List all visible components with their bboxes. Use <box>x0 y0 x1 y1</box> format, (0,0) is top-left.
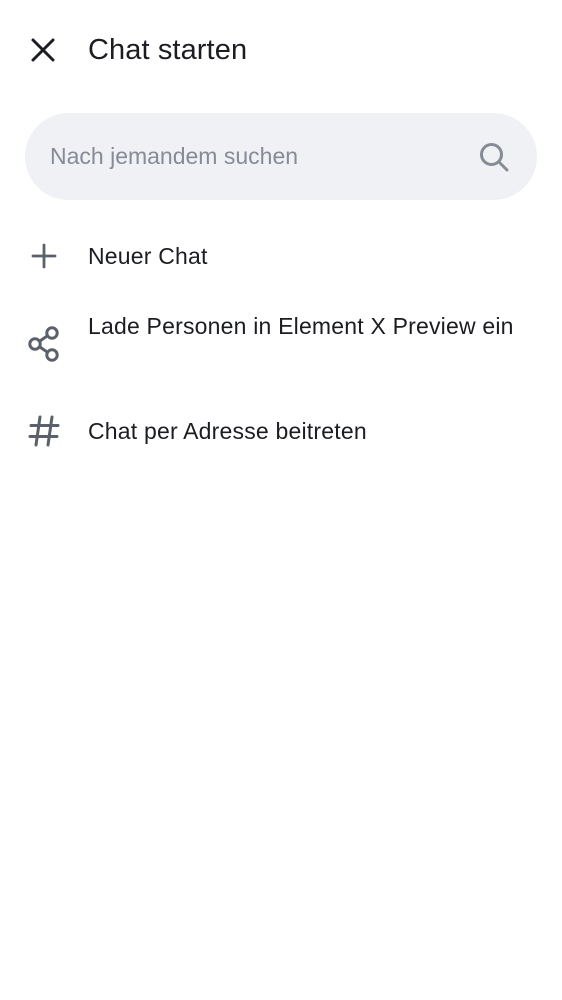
invite-people-item[interactable]: Lade Personen in Element X Preview ein <box>0 300 562 390</box>
join-by-address-label: Chat per Adresse beitreten <box>88 418 367 444</box>
start-chat-screen: Chat starten Neuer Chat Lade Personen in… <box>0 0 562 1000</box>
new-chat-label: Neuer Chat <box>88 243 208 269</box>
close-button[interactable] <box>19 26 67 74</box>
invite-people-label: Lade Personen in Element X Preview ein <box>88 313 514 339</box>
search-icon[interactable] <box>477 140 511 174</box>
close-icon <box>31 38 55 62</box>
join-by-address-item[interactable]: Chat per Adresse beitreten <box>0 405 562 459</box>
top-app-bar: Chat starten <box>0 0 562 100</box>
new-chat-item[interactable]: Neuer Chat <box>0 230 562 284</box>
search-bar[interactable] <box>25 113 537 200</box>
hashtag-icon <box>24 411 64 451</box>
share-icon <box>24 324 64 364</box>
page-title: Chat starten <box>88 34 248 66</box>
search-input[interactable] <box>50 113 470 200</box>
plus-icon <box>24 236 64 276</box>
